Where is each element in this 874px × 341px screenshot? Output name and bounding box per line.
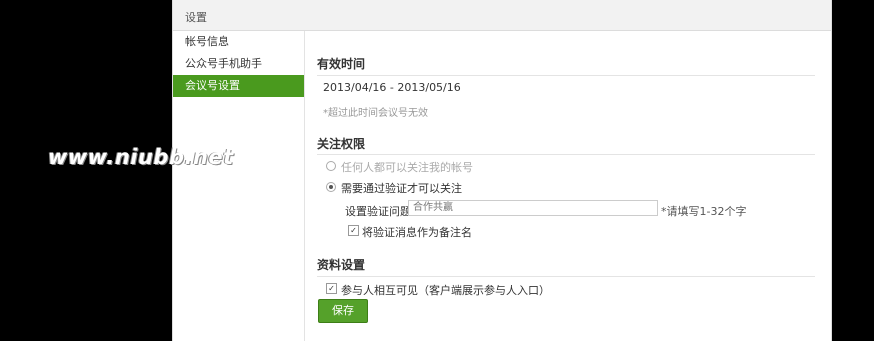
divider: [317, 154, 815, 155]
question-label: 设置验证问题: [345, 205, 411, 218]
profile-settings-title: 资料设置: [317, 258, 366, 272]
main-panel: 有效时间 2013/04/16 - 2013/05/16 *超过此时间会议号无效…: [305, 31, 831, 341]
mutual-visible-label: 参与人相互可见（客户端展示参与人入口）: [341, 284, 550, 297]
sidebar-item-account-info[interactable]: 帐号信息: [173, 31, 304, 53]
radio-verify[interactable]: [326, 182, 336, 192]
divider: [317, 276, 815, 277]
sidebar: 帐号信息 公众号手机助手 会议号设置: [173, 31, 305, 341]
settings-window: 设置 帐号信息 公众号手机助手 会议号设置 有效时间 2013/04/16 - …: [172, 0, 832, 341]
option-verify-label: 需要通过验证才可以关注: [341, 182, 462, 195]
valid-period-note: *超过此时间会议号无效: [323, 108, 428, 119]
save-button[interactable]: 保存: [318, 299, 368, 323]
watermark: www.niubb.net: [48, 145, 234, 169]
remark-checkbox-label: 将验证消息作为备注名: [362, 226, 472, 239]
question-hint: *请填写1-32个字: [661, 205, 747, 218]
window-title: 设置: [185, 11, 207, 24]
radio-anyone[interactable]: [326, 161, 336, 171]
mutual-visible-checkbox[interactable]: ✓: [326, 283, 337, 294]
sidebar-item-meeting-settings[interactable]: 会议号设置: [173, 75, 304, 97]
divider: [317, 75, 815, 76]
valid-period-range: 2013/04/16 - 2013/05/16: [323, 81, 461, 94]
remark-checkbox[interactable]: ✓: [348, 225, 359, 236]
valid-period-title: 有效时间: [317, 57, 366, 71]
follow-permission-title: 关注权限: [317, 137, 366, 151]
option-anyone-label: 任何人都可以关注我的帐号: [341, 161, 473, 174]
verify-question-input[interactable]: [408, 200, 658, 216]
sidebar-item-mobile-assistant[interactable]: 公众号手机助手: [173, 53, 304, 75]
window-header: 设置: [173, 0, 831, 31]
